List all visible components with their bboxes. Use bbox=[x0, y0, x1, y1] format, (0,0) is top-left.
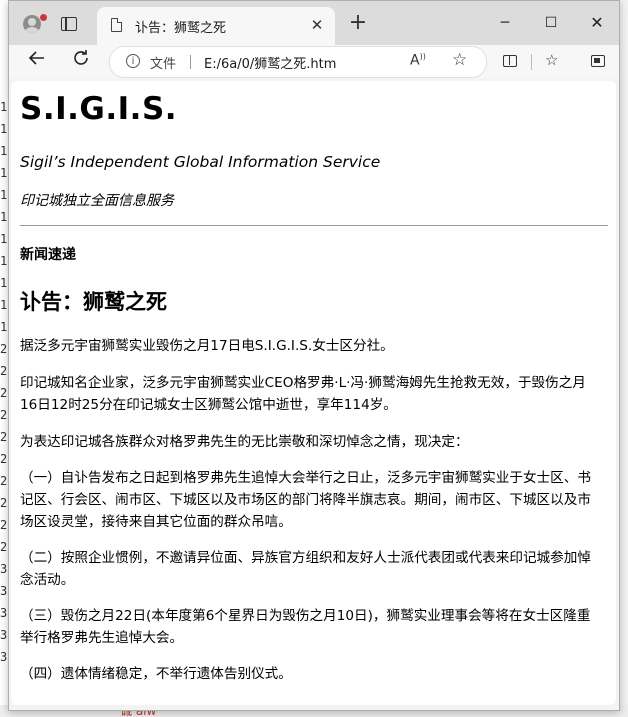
bg-line-number: 2 bbox=[0, 386, 8, 400]
bg-line-number: 1 bbox=[0, 276, 8, 290]
maximize-button[interactable]: ☐ bbox=[539, 11, 563, 35]
bg-line-number: 3 bbox=[0, 650, 8, 664]
tab-active[interactable]: 讣告：狮鹫之死 ✕ bbox=[97, 7, 335, 45]
section-heading: 新闻速递 bbox=[20, 247, 76, 263]
navigation-bar: i 文件 E:/6a/0/狮鹫之死.htm A)) ☆ ☆ bbox=[9, 45, 619, 79]
address-separator bbox=[190, 55, 191, 69]
close-tab-icon[interactable]: ✕ bbox=[307, 15, 327, 35]
bg-line-number: 2 bbox=[0, 364, 8, 378]
article-paragraph: （一）自讣告发布之日起到格罗弗先生追悼大会举行之日止，泛多元宇宙狮鹫实业于女士区… bbox=[20, 470, 591, 530]
reload-icon bbox=[74, 50, 88, 65]
toolbar-separator bbox=[531, 54, 532, 70]
site-subtitle-en: Sigil’s Independent Global Information S… bbox=[20, 153, 381, 171]
tab-actions-button[interactable] bbox=[54, 9, 84, 39]
article-paragraph: 印记城知名企业家，泛多元宇宙狮鹫实业CEO格罗弗·L·冯·狮鹫海姆先生抢救无效，… bbox=[20, 375, 586, 413]
profile-button[interactable] bbox=[17, 9, 47, 39]
article-paragraph: （二）按照企业惯例，不邀请异位面、异族官方组织和友好人士派代表团或代表来印记城参… bbox=[20, 550, 591, 588]
bg-line-number: 1 bbox=[0, 232, 8, 246]
address-bar[interactable]: i 文件 E:/6a/0/狮鹫之死.htm A)) ☆ bbox=[109, 46, 487, 78]
bg-line-number: 2 bbox=[0, 518, 8, 532]
minimize-button[interactable]: ─ bbox=[493, 11, 517, 35]
article-paragraph: 为表达印记城各族群众对格罗弗先生的无比崇敬和深切悼念之情，现决定： bbox=[20, 434, 469, 450]
new-tab-button[interactable]: + bbox=[346, 12, 370, 36]
read-aloud-icon[interactable]: A)) bbox=[410, 52, 426, 69]
bg-line-number: 1 bbox=[0, 210, 8, 224]
bg-line-number: 2 bbox=[0, 540, 8, 554]
bg-line-number: 2 bbox=[0, 474, 8, 488]
article-paragraph: （四）遗体情绪稳定，不举行遗体告别仪式。 bbox=[20, 666, 292, 682]
bg-line-number: 2 bbox=[0, 342, 8, 356]
collections-icon[interactable] bbox=[591, 55, 605, 67]
bg-line-number: 3 bbox=[0, 606, 8, 620]
reload-button[interactable] bbox=[67, 48, 95, 76]
favorites-icon[interactable]: ☆ bbox=[545, 51, 558, 69]
bg-line-number: 1 bbox=[0, 254, 8, 268]
title-bar: 讣告：狮鹫之死 ✕ + ─ ☐ ✕ bbox=[9, 1, 619, 45]
split-screen-icon[interactable] bbox=[503, 55, 517, 67]
notification-dot-icon bbox=[40, 14, 47, 21]
bg-line-number: 1 bbox=[0, 298, 8, 312]
bg-line-number: 3 bbox=[0, 584, 8, 598]
vertical-tabs-icon bbox=[61, 17, 77, 31]
address-scheme-label: 文件 bbox=[150, 57, 177, 72]
article-paragraph: 据泛多元宇宙狮鹫实业毁伤之月17日电S.I.G.I.S.女士区分社。 bbox=[20, 338, 394, 354]
back-arrow-icon bbox=[28, 51, 44, 65]
bg-line-number: 2 bbox=[0, 408, 8, 422]
favorite-star-icon[interactable]: ☆ bbox=[452, 50, 467, 70]
bg-line-number: 1 bbox=[0, 166, 8, 180]
close-window-button[interactable]: ✕ bbox=[585, 11, 609, 35]
page-icon bbox=[111, 18, 122, 32]
site-title: S.I.G.I.S. bbox=[20, 91, 178, 127]
page-content: S.I.G.I.S. Sigil’s Independent Global In… bbox=[11, 81, 616, 705]
bg-line-number: 2 bbox=[0, 430, 8, 444]
bg-line-number: 1 bbox=[0, 320, 8, 334]
bg-line-number: 2 bbox=[0, 452, 8, 466]
divider bbox=[20, 225, 608, 226]
bg-line-number: 2 bbox=[0, 496, 8, 510]
bg-line-number: 1 bbox=[0, 122, 8, 136]
bg-line-number: 1 bbox=[0, 100, 8, 114]
avatar-icon bbox=[23, 15, 41, 33]
back-button[interactable] bbox=[23, 48, 51, 76]
browser-window: 讣告：狮鹫之死 ✕ + ─ ☐ ✕ i 文件 E:/6a/0/狮鹫之死.htm … bbox=[8, 0, 620, 711]
address-url[interactable]: E:/6a/0/狮鹫之死.htm bbox=[204, 53, 336, 72]
article-title: 讣告：狮鹫之死 bbox=[20, 290, 167, 314]
site-subtitle-cn: 印记城独立全面信息服务 bbox=[20, 193, 174, 209]
tab-title: 讣告：狮鹫之死 bbox=[135, 21, 227, 36]
info-icon[interactable]: i bbox=[126, 54, 140, 68]
bg-line-number: 3 bbox=[0, 628, 8, 642]
bg-line-number: 1 bbox=[0, 188, 8, 202]
bg-line-number: 3 bbox=[0, 562, 8, 576]
article-paragraph: （三）毁伤之月22日(本年度第6个星界日为毁伤之月10日)，狮鹫实业理事会等将在… bbox=[20, 608, 591, 646]
bg-line-number: 1 bbox=[0, 144, 8, 158]
